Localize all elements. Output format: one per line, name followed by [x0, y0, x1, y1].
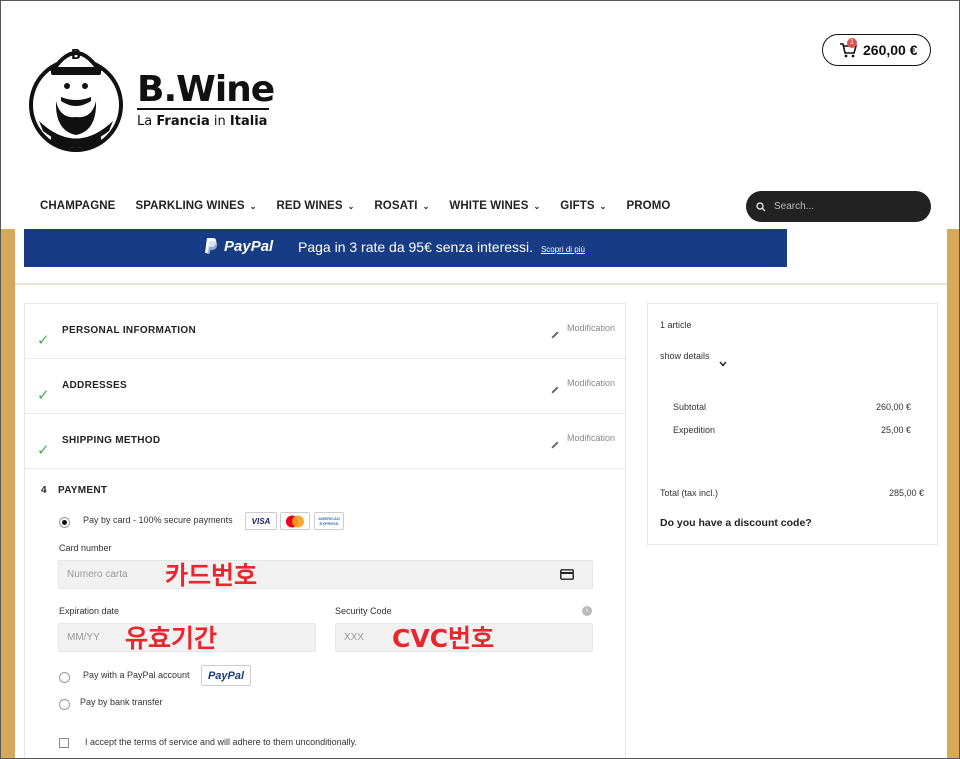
chevron-down-icon: ⌄: [533, 201, 541, 211]
pay-by-bank-transfer-radio[interactable]: [59, 699, 70, 710]
nav-item-label: ROSATI: [374, 200, 418, 212]
pencil-icon: [551, 386, 559, 394]
step-shipping-method[interactable]: ✓ SHIPPING METHOD Modification: [25, 414, 625, 469]
banner-message: Paga in 3 rate da 95€ senza interessi. S…: [298, 239, 585, 255]
check-icon: ✓: [37, 387, 50, 404]
card-number-input[interactable]: [59, 561, 592, 588]
pay-with-paypal-label[interactable]: Pay with a PayPal account: [83, 670, 190, 680]
card-number-field[interactable]: [58, 560, 593, 589]
cart-count-badge: 1: [847, 38, 857, 48]
total-value: 285,00 €: [888, 488, 924, 498]
security-code-label: Security Code: [335, 606, 392, 616]
total-label: Total (tax incl.): [660, 488, 719, 498]
brand-name[interactable]: B.Wine: [137, 69, 275, 110]
logo-cap-letter: B: [71, 48, 81, 63]
tagline-word: Italia: [229, 114, 268, 129]
tagline-word: Francia: [156, 114, 210, 129]
nav-item-label: PROMO: [626, 200, 671, 212]
nav-item-champagne[interactable]: CHAMPAGNE: [40, 200, 115, 212]
nav-item-promo[interactable]: PROMO: [626, 200, 670, 212]
chevron-down-icon: ⌄: [347, 201, 355, 211]
payment-step-title: 4 PAYMENT: [41, 485, 107, 496]
pay-by-card-label[interactable]: Pay by card - 100% secure payments: [83, 515, 233, 525]
pencil-icon: [551, 441, 559, 449]
search-bar[interactable]: [746, 191, 931, 222]
pay-by-bank-transfer-label[interactable]: Pay by bank transfer: [80, 697, 163, 707]
step-title: PERSONAL INFORMATION: [62, 325, 196, 336]
paypal-installments-banner[interactable]: PayPal Paga in 3 rate da 95€ senza inter…: [24, 229, 787, 267]
step-addresses[interactable]: ✓ ADDRESSES Modification: [25, 359, 625, 414]
expedition-value: 25,00 €: [880, 425, 911, 435]
tagline-word: in: [213, 114, 226, 129]
nav-item-label: GIFTS: [560, 200, 595, 212]
page-frame: B B.Wine La Francia in Italia 260,00 € 1…: [0, 0, 960, 759]
card-number-label: Card number: [59, 543, 112, 553]
order-summary: 1 article show details Subtotal 260,00 €…: [647, 303, 938, 545]
bearded-man-logo-icon: B: [29, 48, 123, 152]
subtotal-label: Subtotal: [673, 402, 707, 412]
terms-label[interactable]: I accept the terms of service and will a…: [85, 737, 357, 747]
chevron-down-icon: ⌄: [599, 201, 607, 211]
mastercard-icon: [286, 515, 304, 527]
show-details-link[interactable]: show details: [660, 351, 710, 361]
article-count: 1 article: [660, 320, 692, 330]
terms-checkbox[interactable]: [59, 738, 69, 748]
nav-item-red-wines[interactable]: RED WINES ⌄: [277, 200, 355, 212]
security-code-annotation: CVC번호: [392, 624, 495, 653]
expiration-annotation: 유효기간: [125, 624, 218, 653]
check-icon: ✓: [37, 332, 50, 349]
subtotal-value: 260,00 €: [875, 402, 911, 412]
nav-item-white-wines[interactable]: WHITE WINES ⌄: [449, 200, 540, 212]
cart-total: 260,00 €: [863, 42, 918, 58]
step-personal-information[interactable]: ✓ PERSONAL INFORMATION Modification: [25, 304, 625, 359]
mastercard-logo: [280, 512, 310, 530]
check-icon: ✓: [37, 442, 50, 459]
chevron-down-icon: ⌄: [249, 201, 257, 211]
chevron-down-icon: ⌄: [422, 201, 430, 211]
search-input[interactable]: [774, 201, 914, 212]
nav-item-sparkling-wines[interactable]: SPARKLING WINES ⌄: [135, 200, 256, 212]
credit-card-icon: [560, 569, 574, 580]
banner-message-text: Paga in 3 rate da 95€ senza interessi.: [298, 239, 534, 255]
pencil-icon: [551, 331, 559, 339]
paypal-logo-text: PayPal: [224, 237, 274, 255]
nav-item-rosati[interactable]: ROSATI ⌄: [374, 200, 429, 212]
nav-item-gifts[interactable]: GIFTS ⌄: [560, 200, 606, 212]
checkout-steps: ✓ PERSONAL INFORMATION Modification ✓ AD…: [24, 303, 626, 758]
modification-link[interactable]: Modification: [567, 323, 615, 333]
discount-code-link[interactable]: Do you have a discount code?: [660, 517, 812, 529]
cart-button[interactable]: 260,00 €: [822, 34, 931, 66]
step-title: ADDRESSES: [62, 380, 127, 391]
step-title: SHIPPING METHOD: [62, 435, 161, 446]
expedition-label: Expedition: [673, 425, 716, 435]
modification-link[interactable]: Modification: [567, 378, 615, 388]
pay-by-card-radio[interactable]: [59, 517, 70, 528]
info-icon[interactable]: i: [582, 606, 592, 616]
step-number: 4: [41, 485, 47, 496]
paypal-mark-icon: [205, 238, 218, 254]
main-nav: CHAMPAGNE SPARKLING WINES ⌄ RED WINES ⌄ RO…: [40, 200, 690, 212]
visa-logo: VISA: [245, 512, 277, 530]
nav-item-label: SPARKLING WINES: [135, 200, 245, 212]
amex-logo: AMERICAN EXPRESS: [314, 512, 344, 530]
search-icon: [756, 201, 766, 211]
paypal-logo: PayPal: [204, 237, 273, 255]
step-title: PAYMENT: [57, 485, 108, 496]
gold-side-band: [947, 229, 959, 758]
tagline-word: La: [137, 114, 153, 129]
banner-learn-more-link[interactable]: Scopri di più: [541, 245, 585, 254]
card-number-annotation: 카드번호: [165, 561, 258, 590]
nav-item-label: WHITE WINES: [449, 200, 529, 212]
brand-divider: [137, 108, 269, 110]
gold-side-band: [1, 229, 15, 758]
section-divider: [15, 283, 947, 285]
pay-with-paypal-radio[interactable]: [59, 672, 70, 683]
expiration-date-label: Expiration date: [59, 606, 120, 616]
nav-item-label: CHAMPAGNE: [40, 200, 116, 212]
modification-link[interactable]: Modification: [567, 433, 615, 443]
brand-tagline: La Francia in Italia: [137, 114, 267, 129]
nav-item-label: RED WINES: [276, 200, 343, 212]
paypal-badge: PayPal: [201, 665, 251, 686]
chevron-down-icon[interactable]: [719, 361, 727, 367]
